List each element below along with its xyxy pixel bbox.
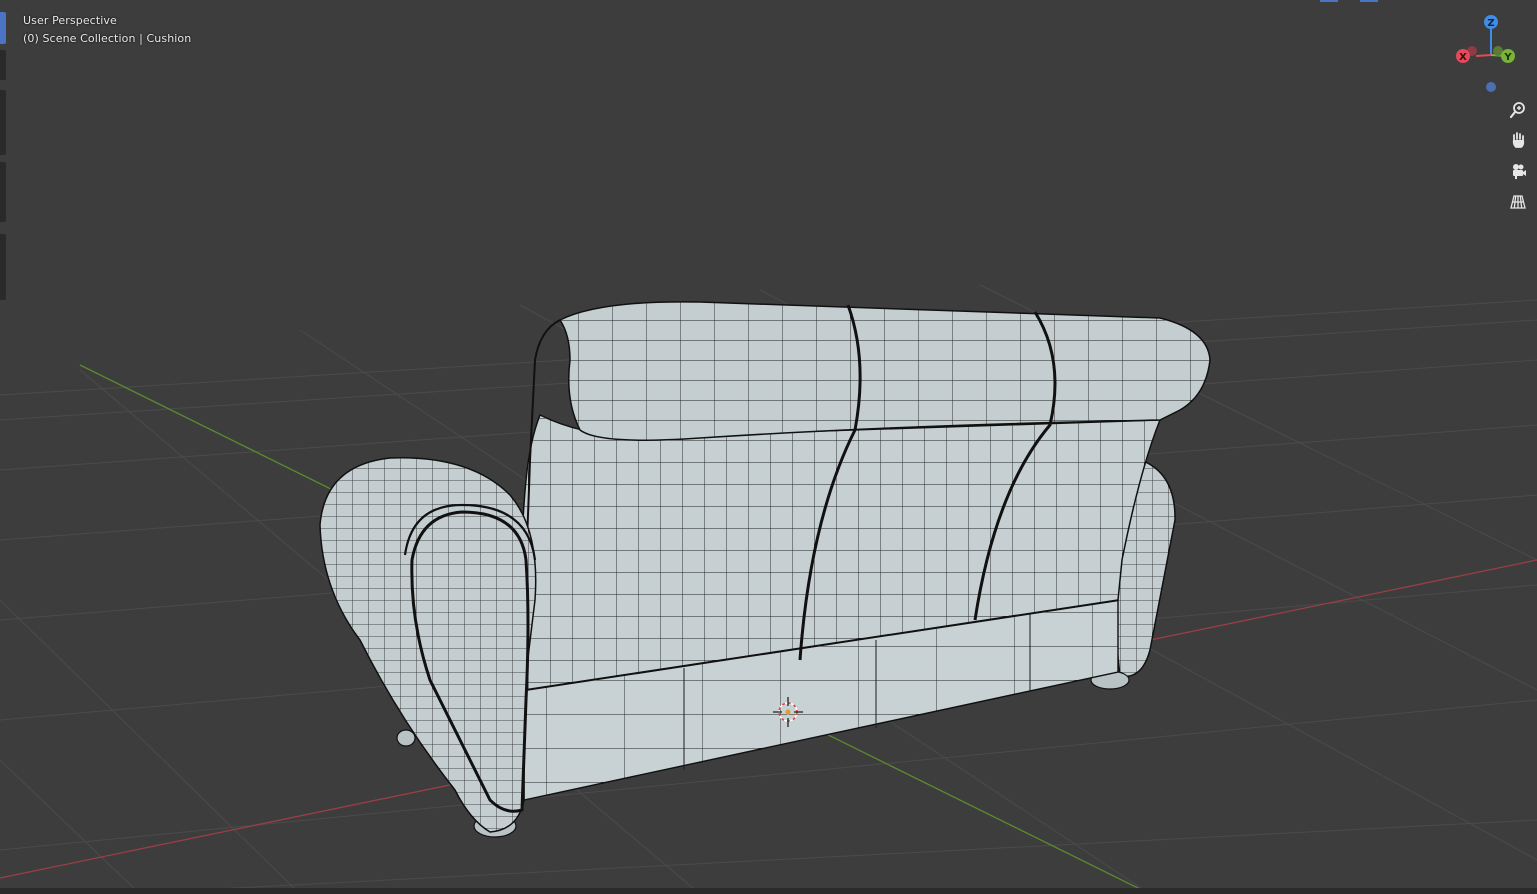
zoom-icon (1509, 102, 1525, 119)
camera-view-button[interactable] (1505, 158, 1531, 184)
active-object-label: (0) Scene Collection | Cushion (23, 32, 192, 45)
camera-view-icon (1513, 164, 1526, 179)
toolbar-tool[interactable] (0, 162, 6, 222)
gizmo-z-label: Z (1487, 18, 1494, 29)
sofa-mesh[interactable] (319, 301, 1211, 838)
header-indicator (1320, 0, 1380, 2)
gizmo-x-label: X (1459, 52, 1467, 63)
pan-button[interactable] (1505, 127, 1531, 153)
navigation-gizmo[interactable]: Z Y X (1452, 12, 1532, 92)
toolbar-tool[interactable] (0, 234, 6, 300)
viewport-scene[interactable] (0, 0, 1537, 894)
grid-perspective-icon (1510, 195, 1526, 209)
gizmo-neg-z[interactable] (1486, 82, 1496, 92)
view-name-label: User Perspective (23, 14, 117, 27)
toolbar-tool-active[interactable] (0, 12, 6, 44)
toolbar-tool[interactable] (0, 50, 6, 80)
hand-pan-icon (1512, 132, 1525, 148)
gizmo-y-label: Y (1503, 52, 1512, 63)
viewport-bottom-edge (0, 888, 1537, 894)
toolbar-edge[interactable] (0, 12, 6, 302)
toolbar-tool[interactable] (0, 90, 6, 155)
sofa-foot-left-back (396, 729, 416, 747)
zoom-button[interactable] (1505, 97, 1531, 123)
3d-viewport[interactable]: User Perspective (0) Scene Collection | … (0, 0, 1537, 894)
sofa-back-top (558, 301, 1211, 441)
perspective-toggle-button[interactable] (1505, 189, 1531, 215)
